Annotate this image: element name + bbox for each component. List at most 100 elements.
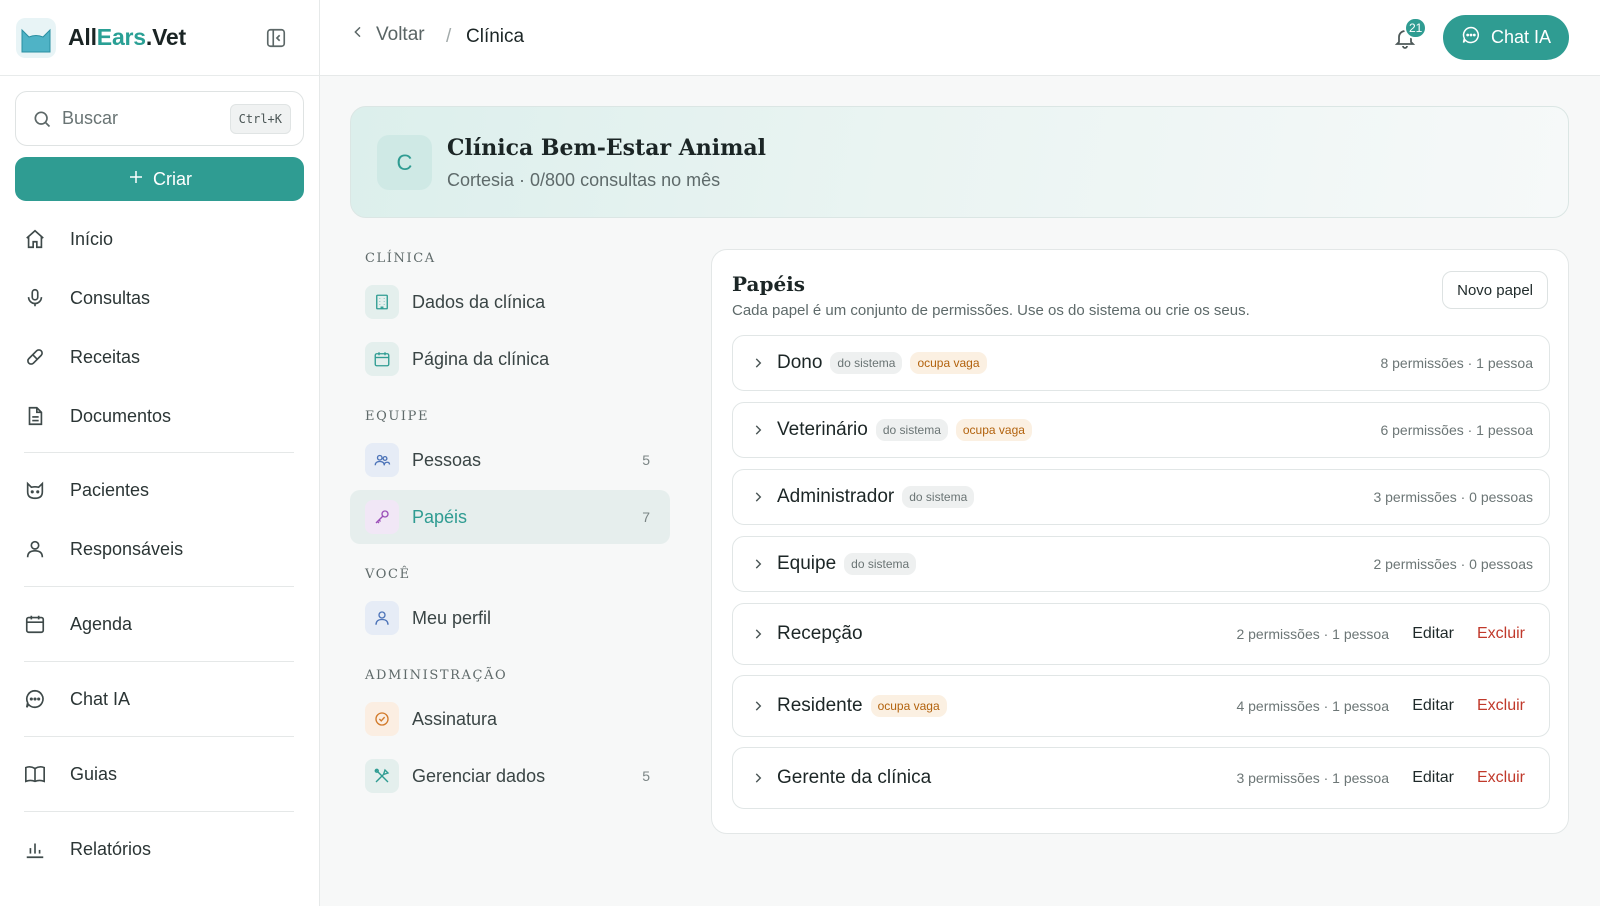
settings-item-gerenciar-dados[interactable]: Gerenciar dados 5 — [350, 749, 670, 803]
nav-label: Início — [70, 228, 114, 249]
search-input[interactable]: Buscar Ctrl+K — [15, 91, 304, 146]
settings-item-pagina-clinica[interactable]: Página da clínica — [350, 332, 670, 386]
search-shortcut: Ctrl+K — [229, 103, 291, 134]
settings-item-dados-clinica[interactable]: Dados da clínica — [350, 275, 670, 329]
role-meta: 6 permissões · 1 pessoa — [1380, 422, 1533, 438]
building-icon — [365, 285, 399, 319]
clinic-avatar: C — [377, 135, 432, 190]
microphone-icon — [24, 287, 46, 309]
book-icon — [24, 763, 46, 785]
back-link[interactable]: Voltar — [350, 24, 425, 46]
people-icon — [365, 443, 399, 477]
clinic-name: Clínica Bem-Estar Animal — [447, 135, 767, 161]
settings-item-papeis[interactable]: Papéis 7 — [350, 490, 670, 544]
nav-item-receitas[interactable]: Receitas — [24, 335, 294, 379]
brand-name: AllEars.Vet — [68, 24, 186, 50]
delete-role-button[interactable]: Excluir — [1477, 769, 1525, 787]
chevron-left-icon — [350, 24, 366, 46]
roles-title: Papéis — [732, 272, 806, 296]
role-row-veterinario[interactable]: Veterinário do sistema ocupa vaga 6 perm… — [732, 402, 1550, 458]
settings-item-label: Papéis — [412, 506, 468, 527]
nav-item-relatorios[interactable]: Relatórios — [24, 827, 294, 871]
nav-label: Relatórios — [70, 838, 152, 859]
nav-label: Agenda — [70, 613, 133, 634]
role-row-residente[interactable]: Residente ocupa vaga 4 permissões · 1 pe… — [732, 675, 1550, 737]
settings-item-meu-perfil[interactable]: Meu perfil — [350, 591, 670, 645]
edit-role-button[interactable]: Editar — [1412, 625, 1454, 643]
role-name: Administrador — [777, 486, 895, 507]
system-tag: do sistema — [844, 553, 917, 575]
bar-chart-icon — [24, 838, 46, 860]
edit-role-button[interactable]: Editar — [1412, 697, 1454, 715]
nav-item-consultas[interactable]: Consultas — [24, 276, 294, 320]
seat-tag: ocupa vaga — [870, 695, 947, 717]
delete-role-button[interactable]: Excluir — [1477, 697, 1525, 715]
tools-icon — [365, 759, 399, 793]
nav-label: Documentos — [70, 405, 172, 426]
nav-divider — [24, 661, 294, 662]
chevron-right-icon — [751, 627, 765, 641]
settings-item-label: Pessoas — [412, 449, 482, 470]
nav-divider — [24, 452, 294, 453]
roles-description: Cada papel é um conjunto de permissões. … — [732, 302, 1250, 319]
settings-item-label: Página da clínica — [412, 348, 550, 369]
chevron-right-icon — [751, 557, 765, 571]
home-icon — [24, 228, 46, 250]
nav-label: Consultas — [70, 287, 151, 308]
nav-label: Responsáveis — [70, 538, 184, 559]
create-label: Criar — [153, 168, 192, 189]
profile-icon — [365, 601, 399, 635]
settings-item-count: 7 — [642, 509, 650, 525]
role-row-dono[interactable]: Dono do sistema ocupa vaga 8 permissões … — [732, 335, 1550, 391]
search-icon — [32, 109, 52, 129]
settings-item-assinatura[interactable]: Assinatura — [350, 692, 670, 746]
edit-role-button[interactable]: Editar — [1412, 769, 1454, 787]
system-tag: do sistema — [875, 419, 948, 441]
brand-logo-icon — [16, 17, 56, 58]
settings-section-heading: CLÍNICA — [365, 251, 436, 266]
system-tag: do sistema — [902, 486, 975, 508]
nav-item-documentos[interactable]: Documentos — [24, 394, 294, 438]
role-row-gerente-clinica[interactable]: Gerente da clínica 3 permissões · 1 pess… — [732, 747, 1550, 809]
settings-item-label: Assinatura — [412, 708, 498, 729]
role-meta: 2 permissões · 1 pessoa — [1236, 626, 1389, 642]
nav-label: Receitas — [70, 346, 141, 367]
nav-divider — [24, 736, 294, 737]
delete-role-button[interactable]: Excluir — [1477, 625, 1525, 643]
settings-item-label: Gerenciar dados — [412, 765, 546, 786]
nav-item-agenda[interactable]: Agenda — [24, 602, 294, 646]
nav-label: Pacientes — [70, 479, 150, 500]
settings-item-label: Meu perfil — [412, 607, 492, 628]
notification-badge: 21 — [1404, 17, 1428, 39]
chevron-right-icon — [751, 423, 765, 437]
chat-ia-label: Chat IA — [1490, 27, 1552, 47]
breadcrumb-separator: / — [446, 26, 452, 47]
role-row-equipe[interactable]: Equipe do sistema 2 permissões · 0 pesso… — [732, 536, 1550, 592]
calendar-icon — [24, 613, 46, 635]
chat-icon — [1461, 25, 1481, 50]
chevron-right-icon — [751, 356, 765, 370]
nav-item-inicio[interactable]: Início — [24, 217, 294, 261]
nav-label: Chat IA — [70, 688, 131, 709]
chevron-right-icon — [751, 771, 765, 785]
nav-item-chat-ia[interactable]: Chat IA — [24, 677, 294, 721]
create-button[interactable]: Criar — [15, 157, 304, 201]
role-meta: 2 permissões · 0 pessoas — [1373, 556, 1533, 572]
nav-item-responsaveis[interactable]: Responsáveis — [24, 527, 294, 571]
chevron-right-icon — [751, 699, 765, 713]
nav-divider — [24, 811, 294, 812]
role-row-recepcao[interactable]: Recepção 2 permissões · 1 pessoa Editar … — [732, 603, 1550, 665]
nav-item-guias[interactable]: Guias — [24, 752, 294, 796]
cat-icon — [24, 479, 46, 501]
user-icon — [24, 538, 46, 560]
system-tag: do sistema — [830, 352, 903, 374]
collapse-sidebar-icon[interactable] — [264, 26, 288, 50]
chat-ia-button[interactable]: Chat IA — [1443, 15, 1569, 60]
role-row-administrador[interactable]: Administrador do sistema 3 permissões · … — [732, 469, 1550, 525]
calendar-page-icon — [365, 342, 399, 376]
chat-icon — [24, 688, 46, 710]
nav-label: Guias — [70, 763, 118, 784]
settings-item-pessoas[interactable]: Pessoas 5 — [350, 433, 670, 487]
new-role-button[interactable]: Novo papel — [1442, 271, 1548, 309]
nav-item-pacientes[interactable]: Pacientes — [24, 468, 294, 512]
